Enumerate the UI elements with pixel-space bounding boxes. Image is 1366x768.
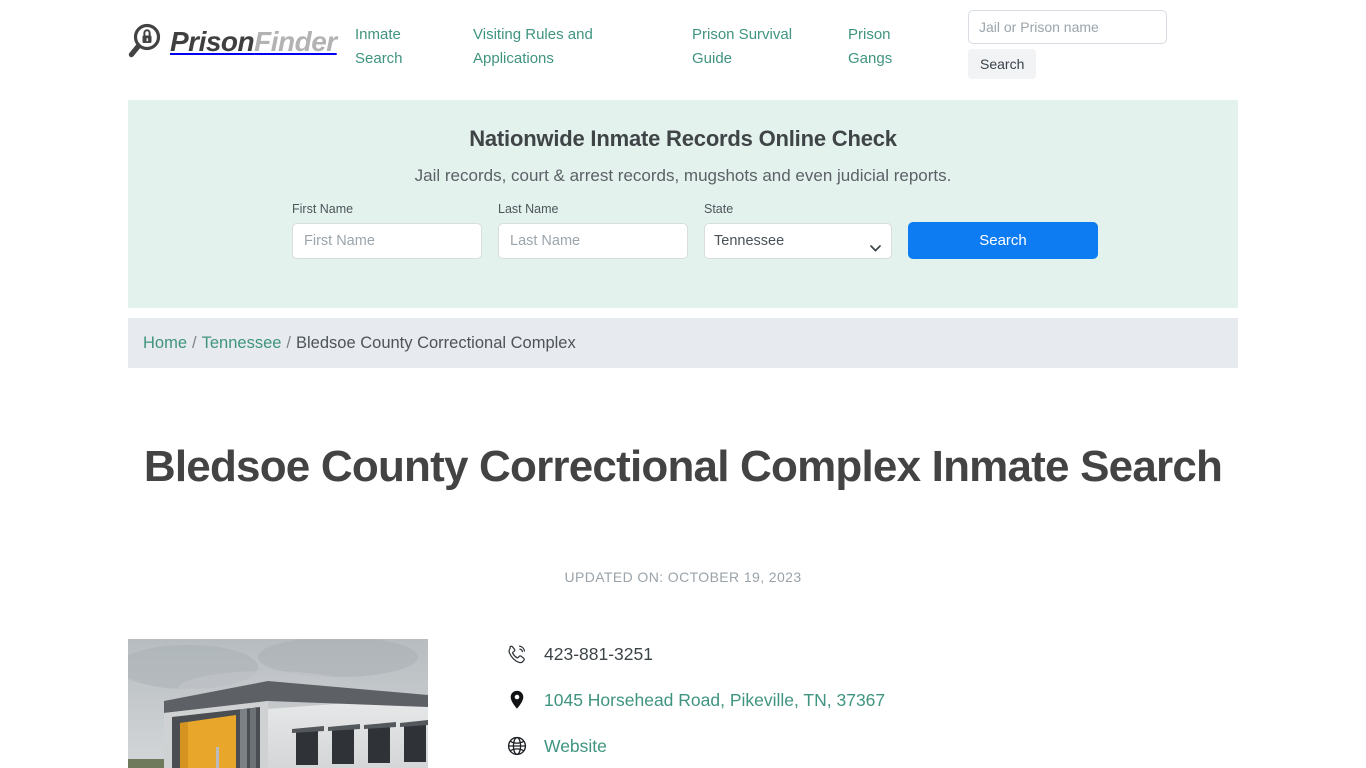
- breadcrumb-current: Bledsoe County Correctional Complex: [296, 333, 576, 352]
- site-header: PrisonFinder Inmate Search Visiting Rule…: [0, 0, 1366, 94]
- breadcrumb-separator-1: /: [192, 333, 197, 352]
- banner-title: Nationwide Inmate Records Online Check: [469, 126, 897, 151]
- breadcrumb-home-link[interactable]: Home: [143, 334, 187, 353]
- header-search: Search: [968, 10, 1168, 79]
- first-name-field-group: First Name: [292, 202, 482, 259]
- nav-item-prison-survival-guide[interactable]: Prison Survival Guide: [692, 23, 797, 71]
- page-root: PrisonFinder Inmate Search Visiting Rule…: [0, 0, 1366, 768]
- globe-icon: [506, 735, 528, 757]
- header-search-button[interactable]: Search: [968, 49, 1037, 79]
- state-select[interactable]: Tennessee: [704, 223, 892, 259]
- contact-info-list: 423-881-3251 1045 Horsehead Road, Pikevi…: [506, 639, 1106, 768]
- contact-row-address: 1045 Horsehead Road, Pikeville, TN, 3736…: [506, 685, 1106, 715]
- breadcrumb-state-link[interactable]: Tennessee: [202, 334, 282, 353]
- last-name-label: Last Name: [498, 202, 559, 216]
- first-name-label: First Name: [292, 202, 354, 216]
- header-search-input[interactable]: [968, 10, 1167, 44]
- website-link[interactable]: Website: [544, 736, 607, 757]
- inmate-records-banner: Nationwide Inmate Records Online Check J…: [128, 100, 1238, 308]
- contact-row-phone: 423-881-3251: [506, 639, 1106, 669]
- state-label: State: [704, 202, 734, 216]
- banner-subtitle: Jail records, court & arrest records, mu…: [414, 166, 952, 185]
- inmate-search-submit-button[interactable]: Search: [908, 222, 1098, 259]
- nav-item-inmate-search[interactable]: Inmate Search: [355, 23, 425, 71]
- site-logo[interactable]: PrisonFinder: [128, 22, 337, 62]
- magnifier-lock-icon: [128, 22, 164, 62]
- page-title: Bledsoe County Correctional Complex Inma…: [143, 442, 1223, 491]
- facility-photo: [128, 639, 428, 768]
- nav-item-visiting-rules[interactable]: Visiting Rules and Applications: [473, 23, 608, 71]
- last-updated-text: UPDATED ON: OCTOBER 19, 2023: [564, 569, 802, 585]
- nav-item-prison-gangs[interactable]: Prison Gangs: [848, 23, 918, 71]
- breadcrumb: Home / Tennessee / Bledsoe County Correc…: [128, 318, 1238, 368]
- logo-text-primary: Prison: [170, 26, 255, 57]
- last-name-field-group: Last Name: [498, 202, 688, 259]
- phone-number: 423-881-3251: [544, 643, 653, 664]
- phone-icon: [506, 643, 528, 665]
- map-pin-icon: [506, 689, 528, 711]
- address-link[interactable]: 1045 Horsehead Road, Pikeville, TN, 3736…: [544, 690, 885, 711]
- state-field-group: State Tennessee: [704, 202, 892, 259]
- logo-text-secondary: Finder: [254, 26, 337, 57]
- last-name-input[interactable]: [498, 223, 688, 259]
- contact-row-website: Website: [506, 731, 1106, 761]
- first-name-input[interactable]: [292, 223, 482, 259]
- breadcrumb-separator-2: /: [286, 333, 292, 352]
- inmate-search-form: First Name Last Name State Tennessee Sea…: [292, 202, 1098, 259]
